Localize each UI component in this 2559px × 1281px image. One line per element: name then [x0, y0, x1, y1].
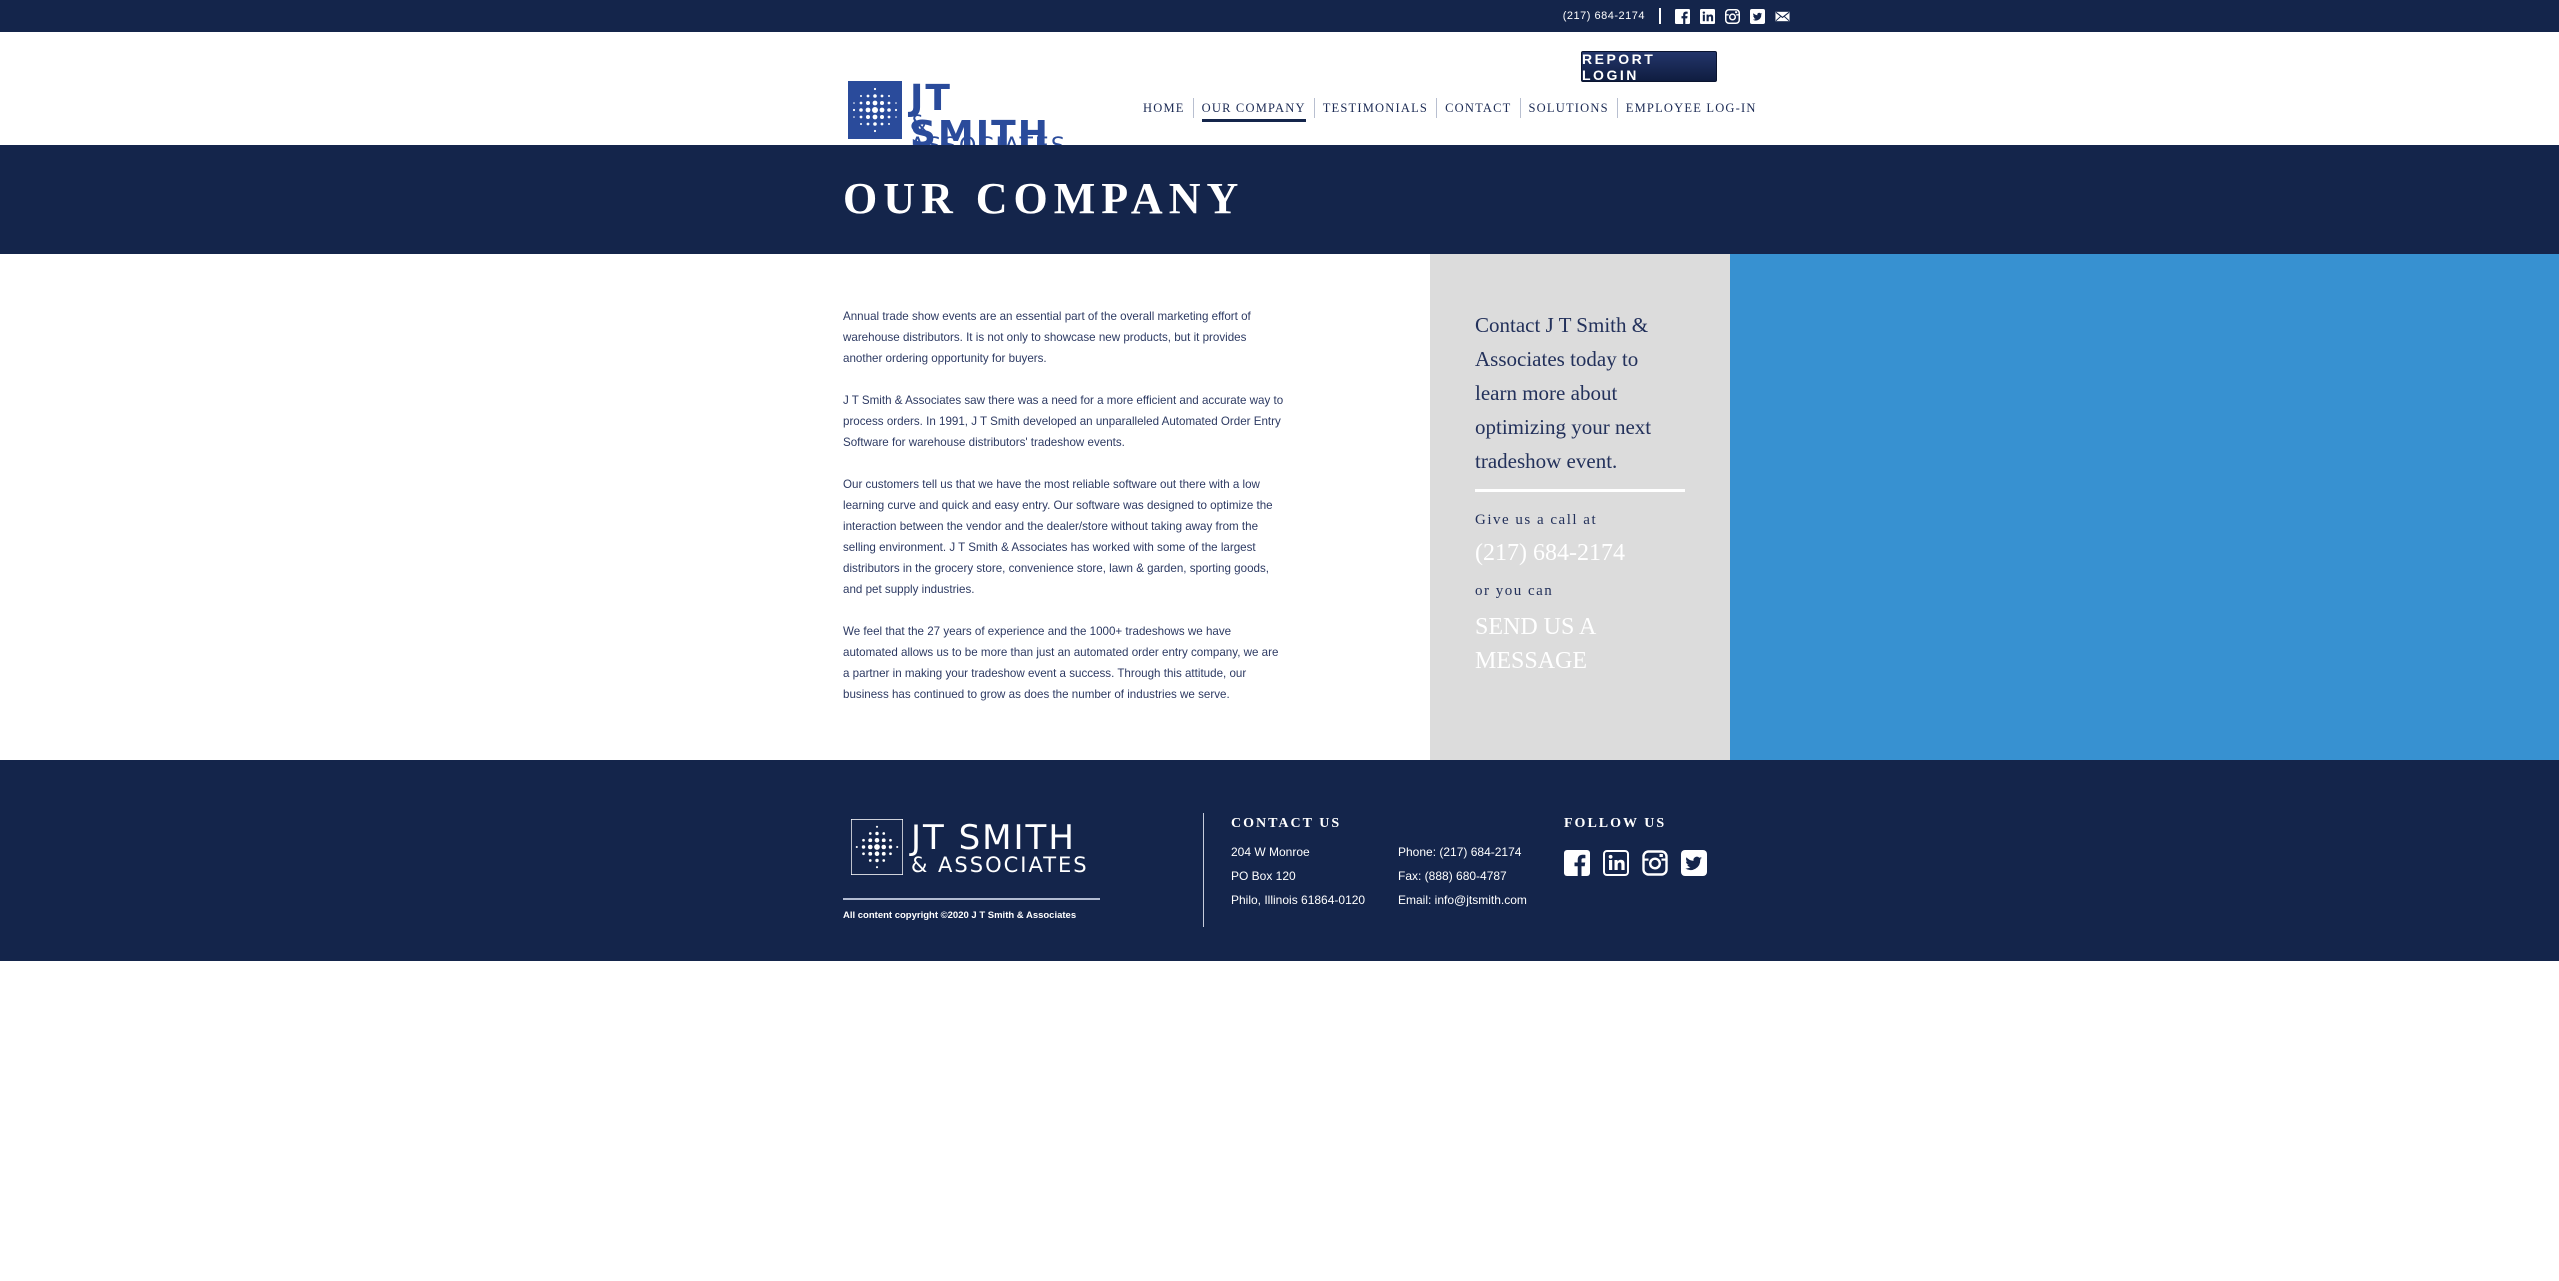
cta-or-label: or you can [1475, 583, 1554, 599]
footer-logo-divider [843, 898, 1100, 900]
top-phone[interactable]: (217) 684-2174 [1563, 10, 1645, 22]
footer: JT SMITH & ASSOCIATES All content copyri… [0, 760, 2559, 961]
cta-give-call-label: Give us a call at [1475, 512, 1598, 528]
facebook-icon[interactable] [1675, 8, 1690, 24]
logo-mark-icon [848, 81, 902, 139]
instagram-icon[interactable] [1642, 850, 1668, 876]
cta-phone-link[interactable]: (217) 684-2174 [1475, 540, 1625, 567]
footer-logo[interactable]: JT SMITH & ASSOCIATES [851, 819, 1091, 883]
main-nav: HOME OUR COMPANY TESTIMONIALS CONTACT SO… [1137, 98, 1765, 122]
top-bar-contacts: (217) 684-2174 [1563, 0, 1790, 32]
paragraph: J T Smith & Associates saw there was a n… [843, 394, 1284, 449]
facebook-icon[interactable] [1564, 850, 1590, 876]
footer-logo-text-primary: JT SMITH [911, 818, 1076, 858]
address-block: 204 W Monroe PO Box 120 Philo, Illinois … [1231, 840, 1365, 912]
paragraph: Our customers tell us that we have the m… [843, 478, 1273, 596]
footer-fax: Fax: (888) 680-4787 [1398, 869, 1507, 883]
address-line: 204 W Monroe [1231, 845, 1310, 859]
page-title: OUR COMPANY [843, 174, 1245, 223]
footer-logo-text-secondary: & ASSOCIATES [911, 853, 1089, 877]
nav-contact[interactable]: CONTACT [1437, 98, 1519, 118]
nav-our-company[interactable]: OUR COMPANY [1194, 98, 1314, 122]
paragraph: Annual trade show events are an essentia… [843, 310, 1251, 365]
contact-details: Phone: (217) 684-2174 Fax: (888) 680-478… [1398, 840, 1527, 912]
address-line: Philo, Illinois 61864-0120 [1231, 893, 1366, 907]
copyright: All content copyright ©2020 J T Smith & … [843, 910, 1077, 921]
send-message-link[interactable]: SEND US A MESSAGE [1475, 610, 1675, 678]
header: REPORT LOGIN HOME OUR COMPANY TESTIMONIA… [0, 32, 2559, 145]
accent-panel [1730, 254, 2559, 760]
nav-employee-login[interactable]: EMPLOYEE LOG-IN [1618, 98, 1765, 118]
top-bar: (217) 684-2174 [0, 0, 2559, 32]
contact-heading: CONTACT US [1231, 816, 1342, 831]
cta-headline: Contact J T Smith & Associates today to … [1475, 313, 1652, 473]
main-content: Annual trade show events are an essentia… [0, 254, 2559, 760]
about-text: Annual trade show events are an essentia… [843, 306, 1285, 726]
footer-social-icons [1564, 850, 1707, 876]
twitter-icon[interactable] [1681, 850, 1707, 876]
report-login-button[interactable]: REPORT LOGIN [1581, 51, 1717, 83]
address-line: PO Box 120 [1231, 869, 1296, 883]
top-divider [1659, 8, 1661, 24]
footer-logo-mark-icon [851, 819, 903, 875]
follow-heading: FOLLOW US [1564, 816, 1667, 831]
nav-solutions[interactable]: SOLUTIONS [1521, 98, 1617, 118]
nav-home[interactable]: HOME [1137, 98, 1193, 118]
linkedin-icon[interactable] [1700, 8, 1715, 24]
footer-email[interactable]: Email: info@jtsmith.com [1398, 888, 1527, 912]
linkedin-icon[interactable] [1603, 850, 1629, 876]
cta-divider [1475, 489, 1685, 492]
mail-icon[interactable] [1775, 9, 1790, 24]
footer-divider [1203, 813, 1204, 927]
contact-cta-panel: Contact J T Smith & Associates today to … [1430, 254, 1730, 760]
paragraph: We feel that the 27 years of experience … [843, 625, 1279, 701]
page-banner: OUR COMPANY [0, 145, 2559, 254]
footer-phone[interactable]: Phone: (217) 684-2174 [1398, 840, 1527, 864]
instagram-icon[interactable] [1725, 8, 1740, 24]
nav-testimonials[interactable]: TESTIMONIALS [1315, 98, 1436, 118]
twitter-icon[interactable] [1750, 8, 1765, 24]
